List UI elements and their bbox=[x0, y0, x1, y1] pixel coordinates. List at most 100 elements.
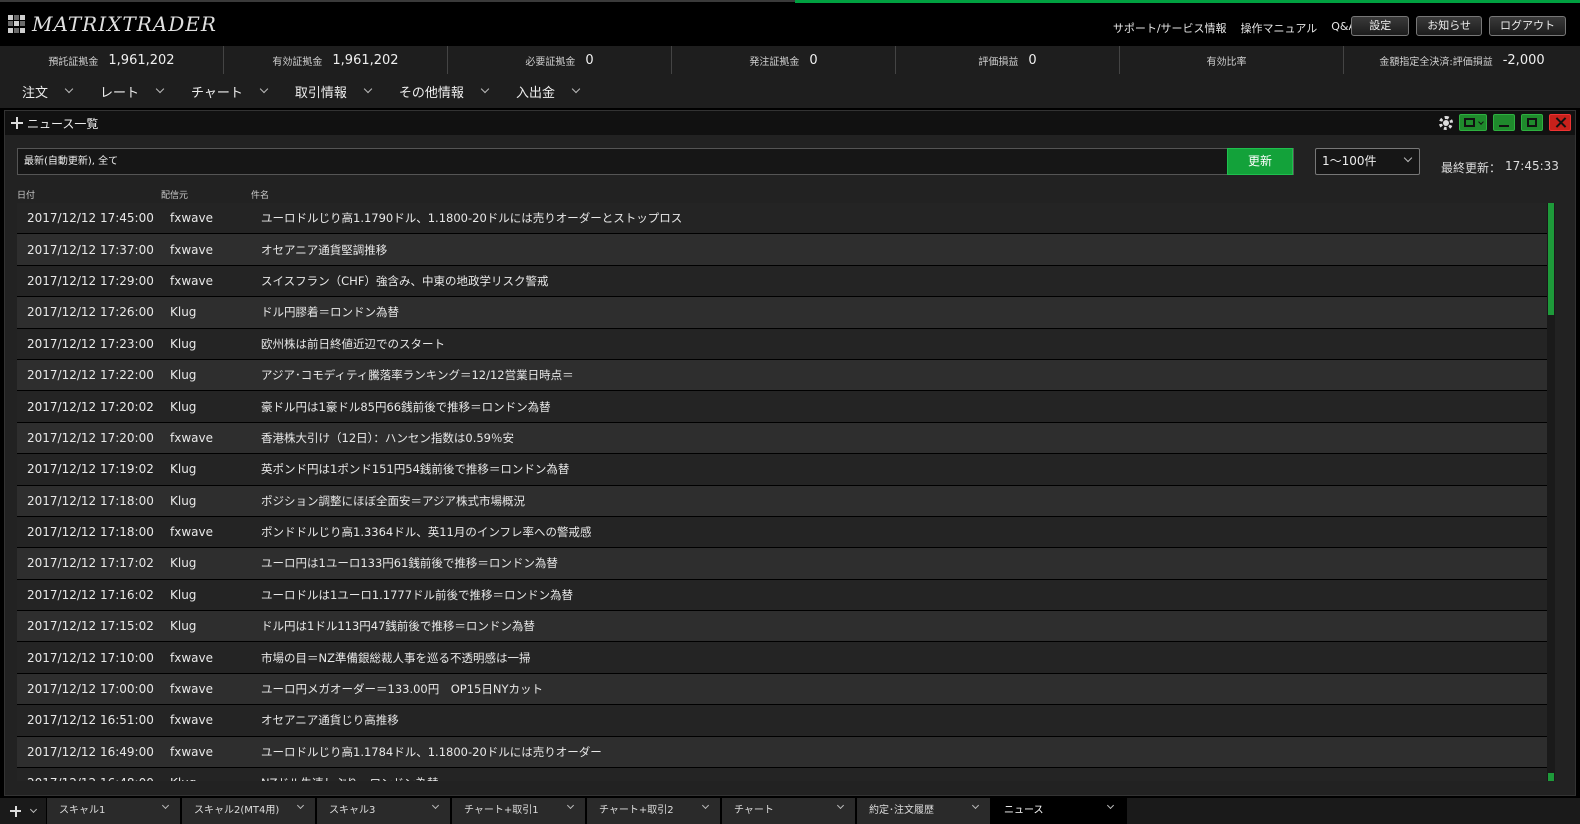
summary-amount-close-pl: 金額指定全決済:評価損益 -2,000 bbox=[1379, 52, 1545, 68]
news-date: 2017/12/12 17:18:00 bbox=[27, 525, 154, 540]
bottom-tab[interactable]: ニュース bbox=[992, 798, 1127, 824]
menu-rate[interactable]: レート bbox=[100, 82, 165, 101]
window-layout-button[interactable] bbox=[1459, 114, 1487, 131]
bottom-tab[interactable]: 約定･注文履歴 bbox=[857, 798, 992, 824]
bottom-tab[interactable]: スキャル1 bbox=[47, 798, 182, 824]
chevron-down-icon[interactable] bbox=[971, 801, 980, 810]
menu-deposit-withdraw[interactable]: 入出金 bbox=[516, 82, 581, 101]
notices-button[interactable]: お知らせ bbox=[1416, 16, 1482, 36]
gear-icon[interactable] bbox=[1439, 115, 1453, 130]
news-row[interactable]: 2017/12/12 17:19:02 Klug 英ポンド円は1ポンド151円54銭… bbox=[17, 454, 1547, 486]
range-select[interactable]: 1～100件 bbox=[1315, 148, 1420, 175]
news-date: 2017/12/12 17:20:00 bbox=[27, 430, 154, 445]
news-row[interactable]: 2017/12/12 17:15:02 Klug ドル円は1ドル113円47銭前後で… bbox=[17, 611, 1547, 643]
news-row[interactable]: 2017/12/12 17:18:00 Klug ポジション調整にほぼ全面安＝アジア… bbox=[17, 485, 1547, 517]
chevron-down-icon[interactable] bbox=[296, 801, 305, 810]
panel-header[interactable]: ニュース一覧 bbox=[5, 111, 1575, 135]
news-row[interactable]: 2017/12/12 17:29:00 fxwave スイスフラン（CHF）強含み、… bbox=[17, 265, 1547, 298]
news-row[interactable]: 2017/12/12 17:17:02 Klug ユーロ円は1ユーロ133円61銭前… bbox=[17, 548, 1547, 580]
column-header-source[interactable]: 配信元 bbox=[161, 188, 188, 201]
menu-trade-info[interactable]: 取引情報 bbox=[295, 82, 373, 101]
news-source: Klug bbox=[170, 556, 197, 571]
news-source: Klug bbox=[170, 462, 197, 477]
maximize-icon bbox=[1527, 118, 1537, 127]
maximize-button[interactable] bbox=[1521, 114, 1543, 131]
manual-link[interactable]: 操作マニュアル bbox=[1241, 20, 1318, 36]
news-date: 2017/12/12 17:15:02 bbox=[27, 619, 154, 634]
settings-button[interactable]: 設定 bbox=[1351, 16, 1410, 36]
scrollbar[interactable] bbox=[1547, 203, 1555, 781]
close-button[interactable] bbox=[1549, 114, 1571, 131]
add-tab-button[interactable] bbox=[0, 798, 47, 824]
news-filter-field[interactable]: 最新(自動更新), 全て bbox=[17, 148, 1294, 175]
news-row[interactable]: 2017/12/12 17:10:00 fxwave 市場の目＝NZ準備銀総裁人事を… bbox=[17, 642, 1547, 674]
summary-effective-margin: 有効証拠金 1,961,202 bbox=[224, 46, 448, 74]
last-update: 最終更新： 17:45:33 bbox=[1441, 159, 1559, 175]
support-link[interactable]: サポート/サービス情報 bbox=[1113, 20, 1227, 36]
news-row[interactable]: 2017/12/12 17:20:00 fxwave 香港株大引け（12日）：ハンセ… bbox=[17, 422, 1547, 455]
bottom-tab-label: チャート+取引2 bbox=[599, 805, 674, 816]
refresh-button[interactable]: 更新 bbox=[1227, 148, 1293, 175]
news-title: オセアニア通貨堅調推移 bbox=[261, 242, 388, 257]
news-row[interactable]: 2017/12/12 17:45:00 fxwave ユーロドルじり高1.1790ド… bbox=[17, 203, 1547, 235]
news-row[interactable]: 2017/12/12 17:26:00 Klug ドル円膠着＝ロンドン為替 bbox=[17, 297, 1547, 329]
minimize-button[interactable] bbox=[1493, 114, 1515, 131]
logout-button[interactable]: ログアウト bbox=[1489, 16, 1566, 36]
news-title: オセアニア通貨じり高推移 bbox=[261, 713, 399, 728]
bottom-tab[interactable]: スキャル2(MT4用) bbox=[182, 798, 317, 824]
news-row[interactable]: 2017/12/12 17:22:00 Klug アジア･コモディティ騰落率ランキン… bbox=[17, 359, 1547, 392]
chevron-down-icon bbox=[480, 84, 490, 94]
news-row[interactable]: 2017/12/12 16:51:00 fxwave オセアニア通貨じり高推移 bbox=[17, 705, 1547, 737]
news-title: ユーロドルは1ユーロ1.1777ドル前後で推移＝ロンドン為替 bbox=[261, 587, 574, 602]
news-source: fxwave bbox=[170, 525, 213, 540]
chevron-down-icon[interactable] bbox=[836, 801, 845, 810]
chevron-down-icon[interactable] bbox=[431, 801, 440, 810]
news-row[interactable]: 2017/12/12 17:18:00 fxwave ポンドドルじり高1.3364ド… bbox=[17, 516, 1547, 549]
chevron-down-icon bbox=[1403, 153, 1413, 163]
news-date: 2017/12/12 17:17:02 bbox=[27, 556, 154, 571]
news-date: 2017/12/12 17:20:02 bbox=[27, 399, 154, 414]
panel-title: ニュース一覧 bbox=[27, 116, 99, 131]
news-source: fxwave bbox=[170, 242, 213, 257]
bottom-tab[interactable]: チャート+取引1 bbox=[452, 798, 587, 824]
top-links: サポート/サービス情報 操作マニュアル Q&A bbox=[1113, 20, 1356, 36]
news-source: Klug bbox=[170, 399, 197, 414]
news-title: 香港株大引け（12日）：ハンセン指数は0.59％安 bbox=[261, 430, 514, 445]
account-summary: 預託証拠金 1,961,202 有効証拠金 1,961,202 必要証拠金 0 … bbox=[0, 46, 1580, 74]
news-title: ドル円は1ドル113円47銭前後で推移＝ロンドン為替 bbox=[261, 619, 535, 634]
column-header-date[interactable]: 日付 bbox=[17, 188, 35, 201]
menu-other-info[interactable]: その他情報 bbox=[399, 82, 490, 101]
chevron-down-icon[interactable] bbox=[701, 801, 710, 810]
scroll-thumb[interactable] bbox=[1548, 203, 1554, 315]
news-date: 2017/12/12 16:49:00 bbox=[27, 744, 154, 759]
summary-valuation-pl: 評価損益 0 bbox=[896, 46, 1120, 74]
summary-effective-ratio: 有効比率 bbox=[1120, 46, 1344, 74]
news-row[interactable]: 2017/12/12 17:20:02 Klug 豪ドル円は1豪ドル85円66銭前後… bbox=[17, 391, 1547, 423]
news-source: Klug bbox=[170, 776, 196, 781]
logo-text: MATRIXTRADER bbox=[32, 12, 217, 36]
chevron-down-icon bbox=[1478, 119, 1484, 125]
news-source: fxwave bbox=[170, 744, 213, 759]
news-row[interactable]: 2017/12/12 17:37:00 fxwave オセアニア通貨堅調推移 bbox=[17, 234, 1547, 266]
chevron-down-icon[interactable] bbox=[161, 801, 170, 810]
news-source: Klug bbox=[170, 305, 197, 320]
news-date: 2017/12/12 17:26:00 bbox=[27, 305, 154, 320]
news-row[interactable]: 2017/12/12 17:23:00 Klug 欧州株は前日終値近辺でのスタート bbox=[17, 328, 1547, 360]
news-row[interactable]: 2017/12/12 16:49:00 fxwave ユーロドルじり高1.1784ド… bbox=[17, 736, 1547, 769]
chevron-down-icon[interactable] bbox=[1106, 801, 1115, 810]
bottom-tab[interactable]: チャート+取引2 bbox=[587, 798, 722, 824]
column-header-title[interactable]: 件名 bbox=[251, 188, 269, 201]
menu-chart[interactable]: チャート bbox=[191, 82, 269, 101]
news-row[interactable]: 2017/12/12 17:16:02 Klug ユーロドルは1ユーロ1.1777ド… bbox=[17, 579, 1547, 612]
window-icon bbox=[1464, 118, 1475, 127]
bottom-tab[interactable]: スキャル3 bbox=[317, 798, 452, 824]
chevron-down-icon[interactable] bbox=[566, 801, 575, 810]
move-icon[interactable] bbox=[11, 117, 23, 129]
chevron-down-icon bbox=[571, 84, 581, 94]
bottom-tab[interactable]: チャート bbox=[722, 798, 857, 824]
news-date: 2017/12/12 17:19:02 bbox=[27, 462, 154, 477]
news-row[interactable]: 2017/12/12 17:00:00 fxwave ユーロ円メガオーダー＝133.… bbox=[17, 673, 1547, 706]
main-menu: 注文 レート チャート 取引情報 その他情報 入出金 bbox=[0, 74, 1580, 108]
news-row[interactable]: 2017/12/12 16:48:00 Klug NZドル失速しぶり＝ロンドン為替 bbox=[17, 768, 1547, 781]
menu-order[interactable]: 注文 bbox=[22, 82, 74, 101]
